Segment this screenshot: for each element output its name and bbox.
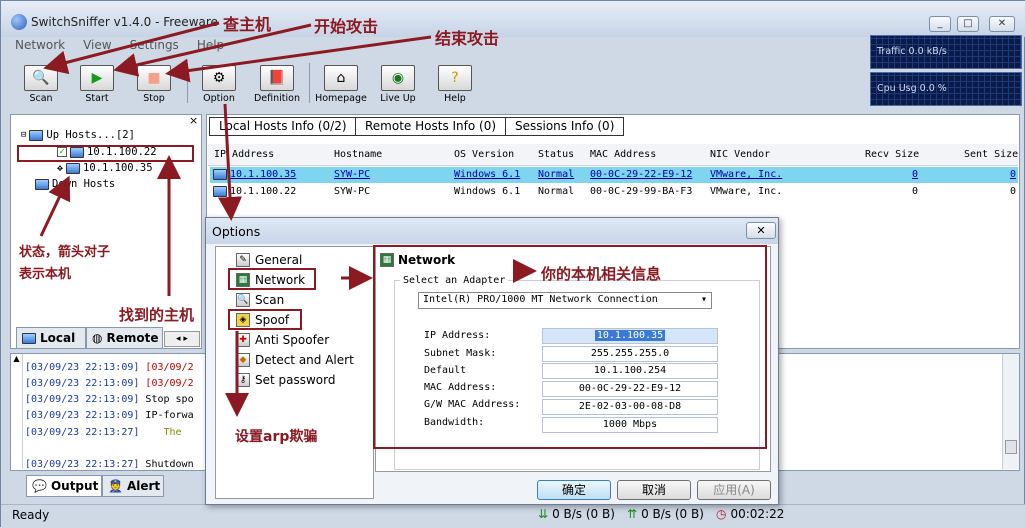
annotation-found-hosts: 找到的主机 xyxy=(119,306,195,324)
annotation-local-info: 你的本机相关信息 xyxy=(541,265,662,283)
annotation-set-arp: 设置arp欺骗 xyxy=(235,429,318,445)
annotation-stop-attack: 结束攻击 xyxy=(435,29,500,48)
arrow-stop xyxy=(165,35,432,83)
main-window: SwitchSniffer v1.4.0 - Freeware _ □ ✕ Ne… xyxy=(0,0,1025,528)
annotation-find-host: 查主机 xyxy=(223,15,272,34)
arrow-option xyxy=(218,103,243,221)
annotation-start-attack: 开始攻击 xyxy=(314,17,379,36)
arrow-start xyxy=(113,23,312,77)
arrow-state xyxy=(39,175,71,237)
annotation-state: 状态，箭头对子 xyxy=(19,245,111,260)
annotation-state-2: 表示本机 xyxy=(19,267,72,282)
arrow-scan xyxy=(43,21,220,75)
annotation-arrows xyxy=(39,21,432,417)
